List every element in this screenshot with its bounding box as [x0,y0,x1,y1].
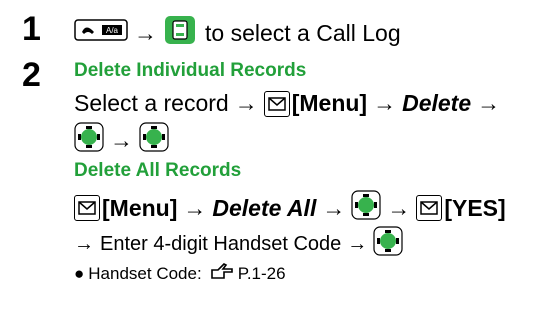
bullet: ● [74,263,85,283]
pointing-hand-icon [210,262,234,285]
heading-delete-individual: Delete Individual Records [74,60,307,81]
menu-label: [Menu] [102,194,178,221]
mail-key-icon [74,195,100,221]
arrow: → [322,194,346,221]
delete-individual-line: Select a record → [Menu] → Delete → [74,90,506,117]
mail-key-icon [416,195,443,221]
arrow: → [234,90,258,116]
arrow: → [134,19,157,46]
note-label: Handset Code: [88,263,202,283]
svg-text:A/a: A/a [106,26,119,35]
enter-code-line: → Enter 4-digit Handset Code → [74,226,403,262]
arrow: → [477,90,501,116]
arrow: → [183,194,207,221]
step1-text: to select a Call Log [205,19,401,46]
enter-code-text: Enter 4-digit Handset Code [100,232,342,255]
delete-all-line: [Menu] → Delete All → → [YES] [74,190,506,226]
step-number-2: 2 [22,56,41,94]
center-key-icon [373,226,403,262]
arrow: → [74,232,94,255]
side-key-icon [163,14,197,52]
handset-code-note: ● Handset Code: P.1-26 [74,262,286,285]
menu-label: [Menu] [291,90,368,116]
step1-line: A/a → to select a Call Log [74,14,401,52]
yes-label: [YES] [444,194,506,221]
arrow: → [347,232,368,255]
step-number-1: 1 [22,10,41,48]
delete-all-label: Delete All [212,194,317,221]
select-record-text: Select a record [74,90,229,116]
call-key-icon: A/a [74,16,128,50]
arrow: → [110,126,133,153]
delete-individual-line2: → [74,122,169,158]
arrow: → [373,90,397,116]
arrow: → [387,194,411,221]
mail-key-icon [263,90,290,117]
center-key-icon [74,122,104,158]
heading-delete-all: Delete All Records [74,160,242,181]
delete-label: Delete [402,90,472,116]
center-key-icon [139,122,169,158]
note-page-ref[interactable]: P.1-26 [238,264,286,284]
center-key-icon [351,190,381,226]
